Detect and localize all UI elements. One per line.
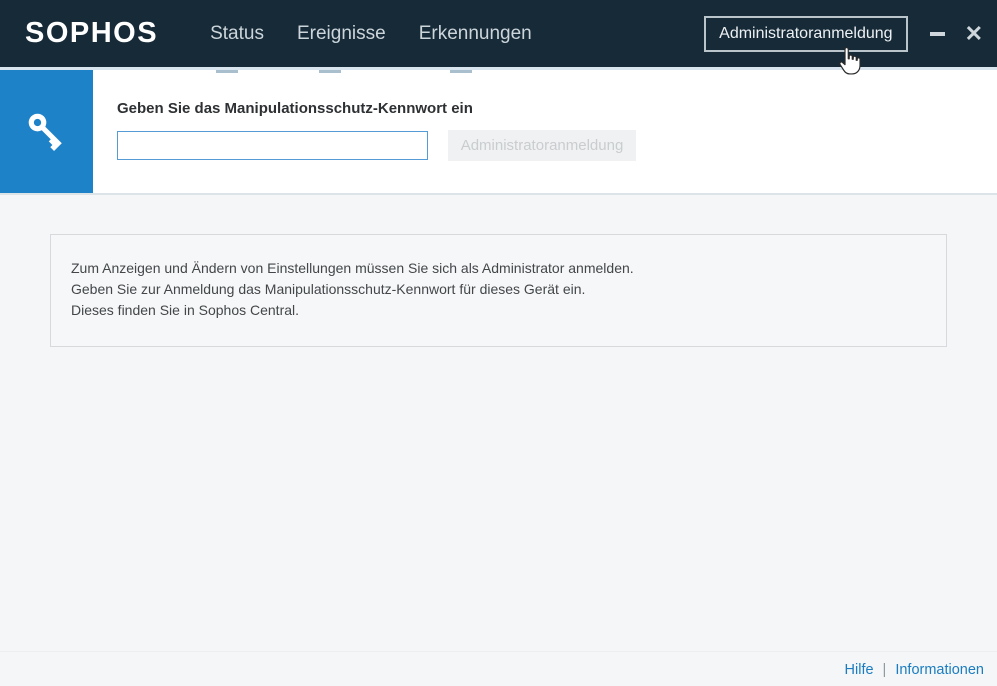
nav-underline-erkennungen — [450, 70, 472, 73]
admin-info-box: Zum Anzeigen und Ändern von Einstellunge… — [50, 234, 947, 347]
key-icon — [28, 113, 62, 151]
admin-login-button[interactable]: Administratoranmeldung — [704, 15, 908, 52]
footer: Hilfe | Informationen — [0, 651, 997, 686]
info-line-2: Geben Sie zur Anmeldung das Manipulation… — [71, 281, 586, 297]
sophos-endpoint-window: SOPHOS Status Ereignisse Erkennungen Adm… — [0, 0, 997, 686]
tab-status[interactable]: Status — [210, 23, 264, 45]
tamper-password-input[interactable] — [117, 131, 428, 160]
key-tile — [0, 70, 93, 193]
sophos-logo: SOPHOS — [25, 17, 159, 49]
minimize-icon — [930, 31, 946, 36]
tab-erkennungen[interactable]: Erkennungen — [419, 23, 532, 45]
nav-underline-status — [216, 70, 238, 73]
footer-separator: | — [882, 661, 887, 678]
main-area: Zum Anzeigen und Ändern von Einstellunge… — [0, 234, 997, 686]
tamper-login-panel: Geben Sie das Manipulationsschutz-Kennwo… — [0, 70, 997, 195]
window-controls: ✕ — [930, 22, 983, 45]
tamper-password-heading: Geben Sie das Manipulationsschutz-Kennwo… — [117, 100, 473, 117]
minimize-button[interactable] — [930, 23, 946, 45]
login-form: Geben Sie das Manipulationsschutz-Kennwo… — [93, 70, 636, 193]
close-button[interactable]: ✕ — [965, 22, 983, 45]
nav-underline-ereignisse — [319, 70, 341, 73]
informationen-link[interactable]: Informationen — [895, 662, 984, 678]
info-line-3: Dieses finden Sie in Sophos Central. — [71, 302, 300, 318]
help-link[interactable]: Hilfe — [845, 662, 874, 678]
main-nav: Status Ereignisse Erkennungen — [210, 23, 532, 45]
title-bar: SOPHOS Status Ereignisse Erkennungen Adm… — [0, 0, 997, 70]
tab-ereignisse[interactable]: Ereignisse — [297, 23, 386, 45]
admin-login-submit-button[interactable]: Administratoranmeldung — [448, 130, 636, 161]
info-line-1: Zum Anzeigen und Ändern von Einstellunge… — [71, 260, 634, 276]
